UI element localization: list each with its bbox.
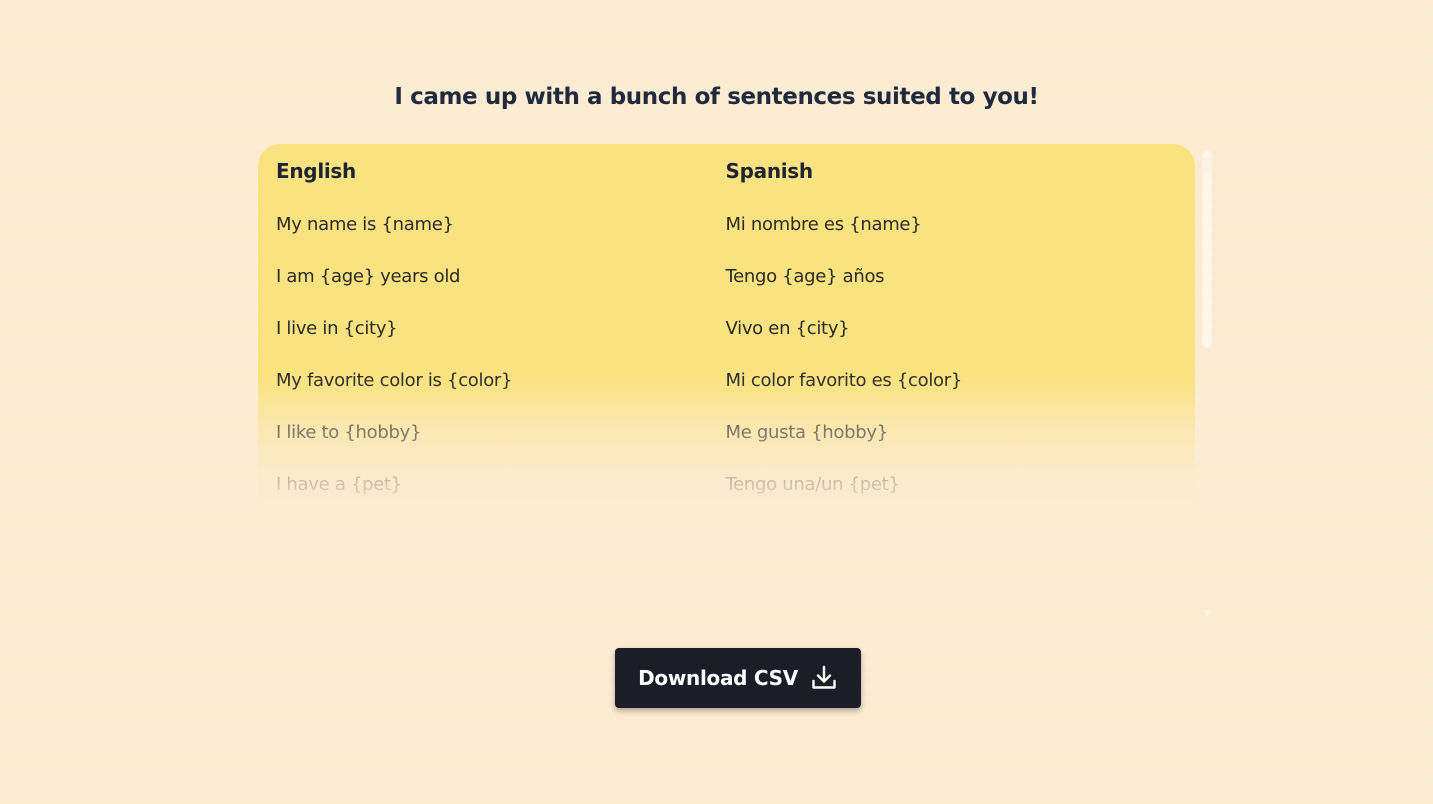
- english-cell: I like to {hobby}: [276, 422, 422, 443]
- english-cell: My name is {name}: [276, 214, 454, 235]
- table-row: My name is {name} Mi nombre es {name}: [276, 210, 1176, 240]
- spanish-cell: Tengo {age} años: [725, 266, 885, 287]
- english-cell: My favorite color is {color}: [276, 370, 513, 391]
- table-header-row: English Spanish: [276, 156, 1176, 186]
- table-row: My favorite color is {color} Mi color fa…: [276, 366, 1176, 396]
- table-row: I am {age} years old Tengo {age} años: [276, 262, 1176, 292]
- spanish-cell: Mi nombre es {name}: [725, 214, 922, 235]
- scroll-up-arrow-icon[interactable]: [1203, 150, 1211, 156]
- spanish-cell: Vivo en {city}: [725, 318, 850, 339]
- english-cell: I live in {city}: [276, 318, 398, 339]
- english-cell: I have a {pet}: [276, 474, 402, 495]
- english-cell: I am {age} years old: [276, 266, 461, 287]
- table-scrollbar-thumb[interactable]: [1203, 172, 1211, 348]
- column-header-spanish: Spanish: [725, 159, 814, 183]
- spanish-cell: Mi color favorito es {color}: [725, 370, 963, 391]
- table-row: I have a {pet} Tengo una/un {pet}: [276, 470, 1176, 500]
- table-row: I live in {city} Vivo en {city}: [276, 314, 1176, 344]
- scroll-down-arrow-icon[interactable]: [1203, 610, 1211, 616]
- page-title: I came up with a bunch of sentences suit…: [394, 84, 1039, 110]
- spanish-cell: Tengo una/un {pet}: [725, 474, 900, 495]
- table-row: I like to {hobby} Me gusta {hobby}: [276, 418, 1176, 448]
- column-header-english: English: [276, 159, 356, 183]
- page: I came up with a bunch of sentences suit…: [0, 0, 1433, 804]
- download-csv-button[interactable]: Download CSV: [615, 648, 861, 708]
- sentences-table: English Spanish My name is {name} Mi nom…: [258, 144, 1195, 506]
- spanish-cell: Me gusta {hobby}: [725, 422, 889, 443]
- download-csv-label: Download CSV: [638, 666, 798, 690]
- download-icon: [810, 664, 838, 692]
